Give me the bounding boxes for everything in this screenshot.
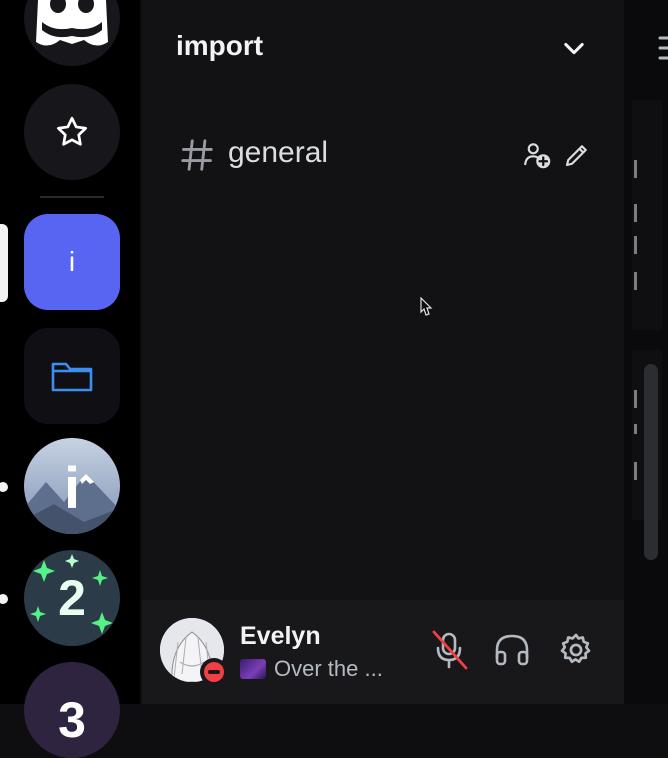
mute-button[interactable]	[430, 628, 470, 672]
galaxy-emoji-icon	[240, 659, 266, 679]
chevron-down-icon	[564, 42, 584, 55]
server-i-label: i	[63, 455, 81, 521]
star-icon	[57, 116, 87, 146]
folder-icon	[51, 362, 93, 392]
server-i[interactable]: i	[24, 438, 120, 534]
server-3-label: 3	[58, 692, 86, 748]
server-folder[interactable]	[24, 328, 120, 424]
text-fragment	[634, 236, 637, 254]
discord-logo-icon	[36, 0, 108, 46]
guild-header[interactable]: import	[142, 0, 624, 96]
user-panel: Evelyn Over the ...	[142, 600, 624, 704]
hash-icon	[181, 139, 213, 171]
guild-name: import	[176, 30, 264, 61]
username[interactable]: Evelyn	[240, 622, 321, 651]
text-fragment	[634, 390, 637, 408]
deafen-button[interactable]	[492, 628, 532, 672]
text-fragment	[634, 462, 637, 480]
discover-button[interactable]	[24, 84, 120, 180]
headset-icon	[495, 634, 529, 666]
rail-separator	[40, 196, 104, 198]
selected-indicator	[0, 224, 8, 302]
server-rail: i i 2 3	[0, 0, 140, 758]
server-2-label: 2	[58, 570, 86, 626]
text-fragment	[634, 204, 637, 222]
text-fragment	[634, 424, 637, 434]
unread-indicator	[0, 482, 8, 492]
unread-indicator	[0, 594, 8, 604]
threads-icon[interactable]	[658, 30, 668, 70]
channel-general[interactable]: general	[166, 128, 598, 184]
server-3[interactable]: 3	[24, 662, 120, 758]
text-fragment	[634, 160, 637, 178]
gear-icon	[560, 633, 591, 664]
custom-status[interactable]: Over the ...	[240, 656, 383, 682]
mic-muted-icon	[432, 630, 468, 670]
status-badge	[200, 658, 228, 686]
add-member-icon[interactable]	[522, 140, 552, 170]
channel-name: general	[228, 136, 329, 169]
custom-status-text: Over the ...	[274, 656, 383, 681]
server-import[interactable]: i	[24, 214, 120, 310]
server-import-label: i	[68, 246, 76, 277]
text-fragment	[634, 272, 637, 290]
pencil-icon[interactable]	[562, 140, 592, 170]
channel-sidebar: import general	[142, 0, 624, 600]
user-settings-button[interactable]	[556, 628, 596, 672]
chat-scrollbar[interactable]	[644, 364, 658, 560]
cursor-icon	[420, 297, 433, 316]
home-button[interactable]	[24, 0, 120, 66]
server-2[interactable]: 2	[24, 550, 120, 646]
